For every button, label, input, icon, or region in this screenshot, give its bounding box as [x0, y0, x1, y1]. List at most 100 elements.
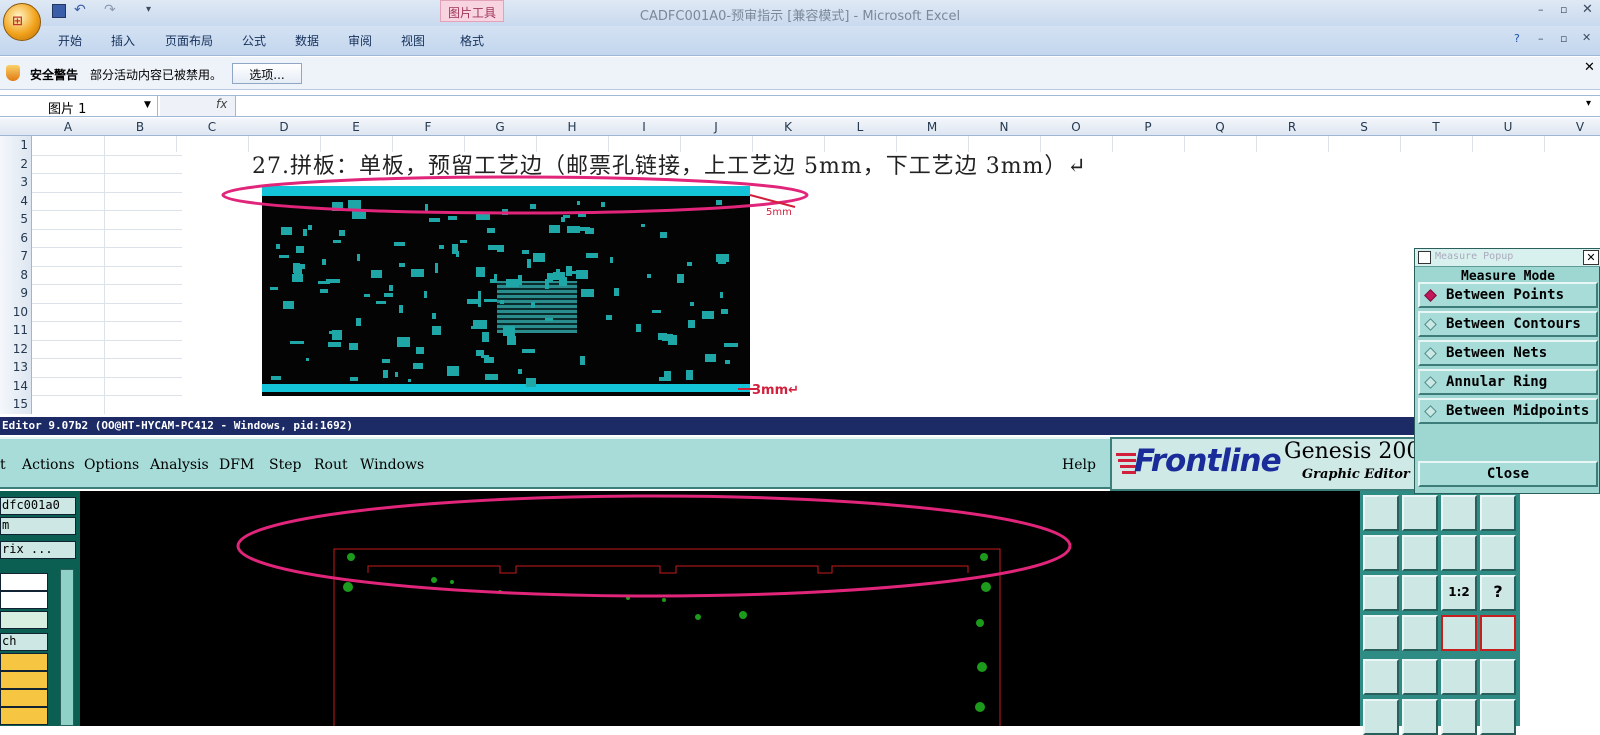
window-icon[interactable]	[1480, 495, 1516, 531]
pcb-component	[308, 225, 312, 230]
layer-row-2[interactable]	[0, 671, 48, 689]
name-box-dropdown-icon[interactable]: ▼	[144, 100, 151, 110]
formula-input[interactable]	[238, 97, 1578, 115]
menu-help[interactable]: Help	[1062, 457, 1096, 473]
menu-rout[interactable]: Rout	[314, 457, 348, 473]
tab-formulas[interactable]: 公式	[242, 32, 266, 49]
connect-icon[interactable]	[1441, 699, 1477, 735]
add-surface-icon[interactable]	[1441, 659, 1477, 695]
pcb-component	[660, 232, 667, 238]
option-between-contours[interactable]: Between Contours	[1418, 311, 1598, 337]
redraw-icon[interactable]	[1480, 535, 1516, 571]
tab-page-layout[interactable]: 页面布局	[165, 32, 213, 49]
menu-edit[interactable]: t	[0, 457, 6, 473]
scale-1-2-icon[interactable]: 1:2	[1441, 575, 1477, 611]
security-bar-close-icon[interactable]: ✕	[1584, 60, 1595, 75]
add-pad-icon[interactable]	[1363, 659, 1399, 695]
office-button[interactable]: ⊞	[3, 3, 41, 41]
option-between-nets[interactable]: Between Nets	[1418, 340, 1598, 366]
tab-review[interactable]: 审阅	[348, 32, 372, 49]
option-between-points[interactable]: Between Points	[1418, 282, 1598, 308]
genesis-title-bar: Editor 9.07b2 (OO@HT-HYCAM-PC412 - Windo…	[0, 417, 1420, 435]
step-name-field[interactable]: m	[0, 517, 76, 535]
tab-home[interactable]: 开始	[58, 32, 82, 49]
layer-row-3[interactable]	[0, 689, 48, 707]
tab-format[interactable]: 格式	[460, 32, 484, 49]
customize-qat-icon[interactable]: ▾	[146, 4, 151, 15]
menu-analysis[interactable]: Analysis	[150, 457, 209, 473]
pcb-component	[416, 347, 424, 354]
popup-close-icon[interactable]: ✕	[1583, 250, 1599, 265]
insert-function-icon[interactable]: fx	[216, 97, 227, 111]
snap-icon[interactable]	[1402, 615, 1438, 651]
worksheet-grid[interactable]: ABCDEFGHIJKLMNOPQRSTUV 1 2 3 4 5 6 7 8 9 10 11 12 13…	[0, 118, 1600, 414]
window-menu-icon[interactable]	[1418, 251, 1431, 264]
graphic-canvas[interactable]	[80, 491, 1360, 726]
zoom-fit-icon[interactable]	[1363, 575, 1399, 611]
query-icon[interactable]: ?	[1480, 575, 1516, 611]
close-icon[interactable]: ✕	[1582, 2, 1593, 17]
minimize-icon[interactable]: –	[1538, 3, 1544, 16]
tab-insert[interactable]: 插入	[111, 32, 135, 49]
menu-dfm[interactable]: DFM	[219, 457, 254, 473]
pcb-component	[481, 355, 489, 358]
job-name-field[interactable]: dfc001a0	[0, 497, 76, 515]
pcb-component	[397, 337, 410, 347]
undo-icon[interactable]: ↶	[74, 2, 86, 18]
grid-row-line	[32, 339, 182, 341]
net-highlight-icon[interactable]	[1441, 615, 1477, 651]
zoom-center-icon[interactable]	[1402, 575, 1438, 611]
close-button[interactable]: Close	[1418, 461, 1598, 487]
layer-row-1[interactable]	[0, 653, 48, 671]
move-left-icon[interactable]	[1363, 535, 1399, 571]
option-between-midpoints[interactable]: Between Midpoints	[1418, 398, 1598, 424]
ribbon-restore-icon[interactable]: ▫	[1560, 32, 1567, 45]
delete-icon[interactable]	[1402, 699, 1438, 735]
grid-row-line	[32, 247, 182, 248]
pcb-component	[293, 263, 300, 273]
net-compare-icon[interactable]	[1480, 615, 1516, 651]
menu-windows[interactable]: Windows	[360, 457, 424, 473]
options-button[interactable]: 选项...	[232, 63, 302, 84]
restore-icon[interactable]: ▫	[1560, 3, 1567, 16]
select-net-icon[interactable]	[1363, 699, 1399, 735]
pcb-component	[281, 227, 292, 235]
move-down-icon[interactable]	[1402, 495, 1438, 531]
undo-view-icon[interactable]	[1441, 535, 1477, 571]
tab-data[interactable]: 数据	[295, 32, 319, 49]
help-icon[interactable]: ?	[1514, 32, 1520, 45]
excel-title-bar: CADFC001A0-预审指示 [兼容模式] - Microsoft Excel…	[0, 0, 1600, 26]
move-up-icon[interactable]	[1363, 495, 1399, 531]
workbook-close-icon[interactable]: ✕	[1582, 31, 1591, 44]
menu-options[interactable]: Options	[84, 457, 139, 473]
menu-step[interactable]: Step	[269, 457, 301, 473]
measure-icon[interactable]	[1363, 615, 1399, 651]
home-icon[interactable]	[1441, 495, 1477, 531]
add-arc-icon[interactable]	[1480, 659, 1516, 695]
redo-icon[interactable]: ↷	[104, 2, 116, 18]
move-right-icon[interactable]	[1402, 535, 1438, 571]
layer-row-4[interactable]	[0, 707, 48, 725]
grid-column-line	[1472, 136, 1473, 152]
add-line-icon[interactable]	[1402, 659, 1438, 695]
layer-field-2[interactable]	[0, 591, 48, 609]
pcb-component	[350, 377, 358, 381]
matrix-button[interactable]: rix ...	[0, 541, 76, 559]
tab-view[interactable]: 视图	[401, 32, 425, 49]
pcb-component	[647, 274, 651, 278]
pcb-component	[320, 289, 328, 293]
save-icon[interactable]	[52, 4, 66, 18]
layer-field-1[interactable]	[0, 573, 48, 591]
option-annular-ring[interactable]: Annular Ring	[1418, 369, 1598, 395]
pcb-component	[688, 320, 695, 328]
layer-scrollbar[interactable]	[60, 569, 74, 726]
ribbon-minimize-icon[interactable]: –	[1538, 32, 1544, 45]
name-box[interactable]: 图片 1	[0, 96, 158, 117]
route-icon[interactable]	[1480, 699, 1516, 735]
grid-row-line	[32, 173, 182, 174]
menu-actions[interactable]: Actions	[22, 457, 75, 473]
layer-field-4[interactable]: ch	[0, 633, 48, 651]
pcb-component	[580, 356, 585, 365]
layer-field-3[interactable]	[0, 611, 48, 629]
expand-formula-icon[interactable]: ▾	[1586, 98, 1591, 109]
